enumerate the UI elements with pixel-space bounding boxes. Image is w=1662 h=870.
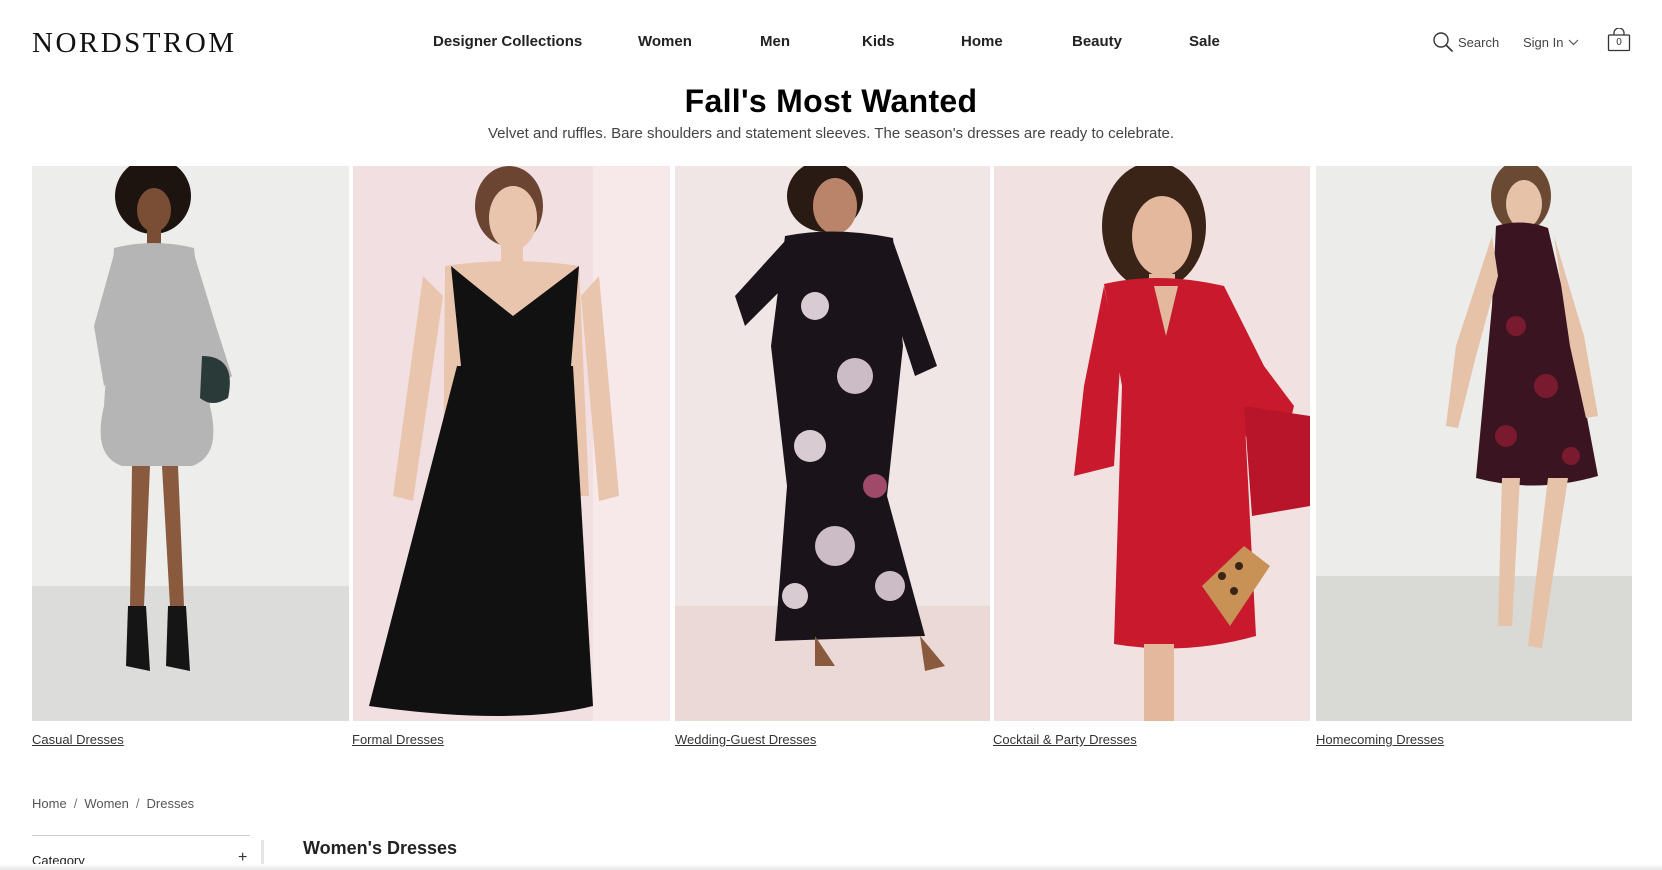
results-title: Women's Dresses (303, 838, 458, 858)
tile-label-cocktail-party-dresses[interactable]: Cocktail & Party Dresses (993, 732, 1137, 747)
tile-casual-dresses[interactable] (32, 166, 349, 721)
model-red-dress-image (994, 166, 1310, 721)
nav-home[interactable]: Home (961, 33, 1003, 50)
hero-subtitle: Velvet and ruffles. Bare shoulders and s… (487, 125, 1175, 142)
bag-count: 0 (1616, 37, 1622, 48)
breadcrumb-separator: / (73, 796, 78, 811)
tile-label-formal-dresses[interactable]: Formal Dresses (352, 732, 444, 747)
tile-formal-dresses[interactable] (353, 166, 670, 721)
nav-sale[interactable]: Sale (1189, 33, 1220, 50)
tile-homecoming-dresses[interactable] (1316, 166, 1632, 721)
nav-men[interactable]: Men (760, 33, 790, 50)
nav-beauty[interactable]: Beauty (1072, 33, 1122, 50)
chevron-down-icon (1569, 39, 1579, 46)
model-black-dress-image (353, 166, 670, 721)
breadcrumb-separator: / (135, 796, 140, 811)
nav-women[interactable]: Women (638, 33, 692, 50)
search-button[interactable]: Search (1432, 31, 1499, 53)
shopping-bag-button[interactable]: 0 (1606, 27, 1632, 52)
model-velvet-dress-image (1316, 166, 1632, 721)
breadcrumb-women[interactable]: Women (84, 796, 129, 811)
tile-wedding-guest-dresses[interactable] (675, 166, 990, 721)
main-nav: Designer Collections Women Men Kids Home… (0, 33, 1662, 53)
sign-in-label: Sign In (1523, 35, 1564, 50)
search-label: Search (1458, 34, 1500, 50)
tile-label-wedding-guest-dresses[interactable]: Wedding-Guest Dresses (675, 732, 816, 747)
nav-designer-collections[interactable]: Designer Collections (433, 33, 582, 50)
filter-divider (32, 835, 250, 836)
tile-label-homecoming-dresses[interactable]: Homecoming Dresses (1316, 732, 1444, 747)
sign-in-button[interactable]: Sign In (1523, 35, 1579, 50)
tile-cocktail-party-dresses[interactable] (994, 166, 1310, 721)
scroll-edge-shadow (0, 864, 1662, 870)
model-gray-dress-image (32, 166, 349, 721)
site-header: NORDSTROM Designer Collections Women Men… (0, 0, 1662, 84)
breadcrumb: Home / Women / Dresses (32, 796, 194, 811)
model-floral-dress-image (675, 166, 990, 721)
breadcrumb-home[interactable]: Home (32, 796, 67, 811)
category-tiles (32, 166, 1632, 721)
breadcrumb-dresses[interactable]: Dresses (147, 796, 195, 811)
hero-title: Fall's Most Wanted (684, 83, 978, 119)
nav-kids[interactable]: Kids (862, 33, 895, 50)
tile-label-casual-dresses[interactable]: Casual Dresses (32, 732, 124, 747)
search-icon (1433, 32, 1454, 53)
